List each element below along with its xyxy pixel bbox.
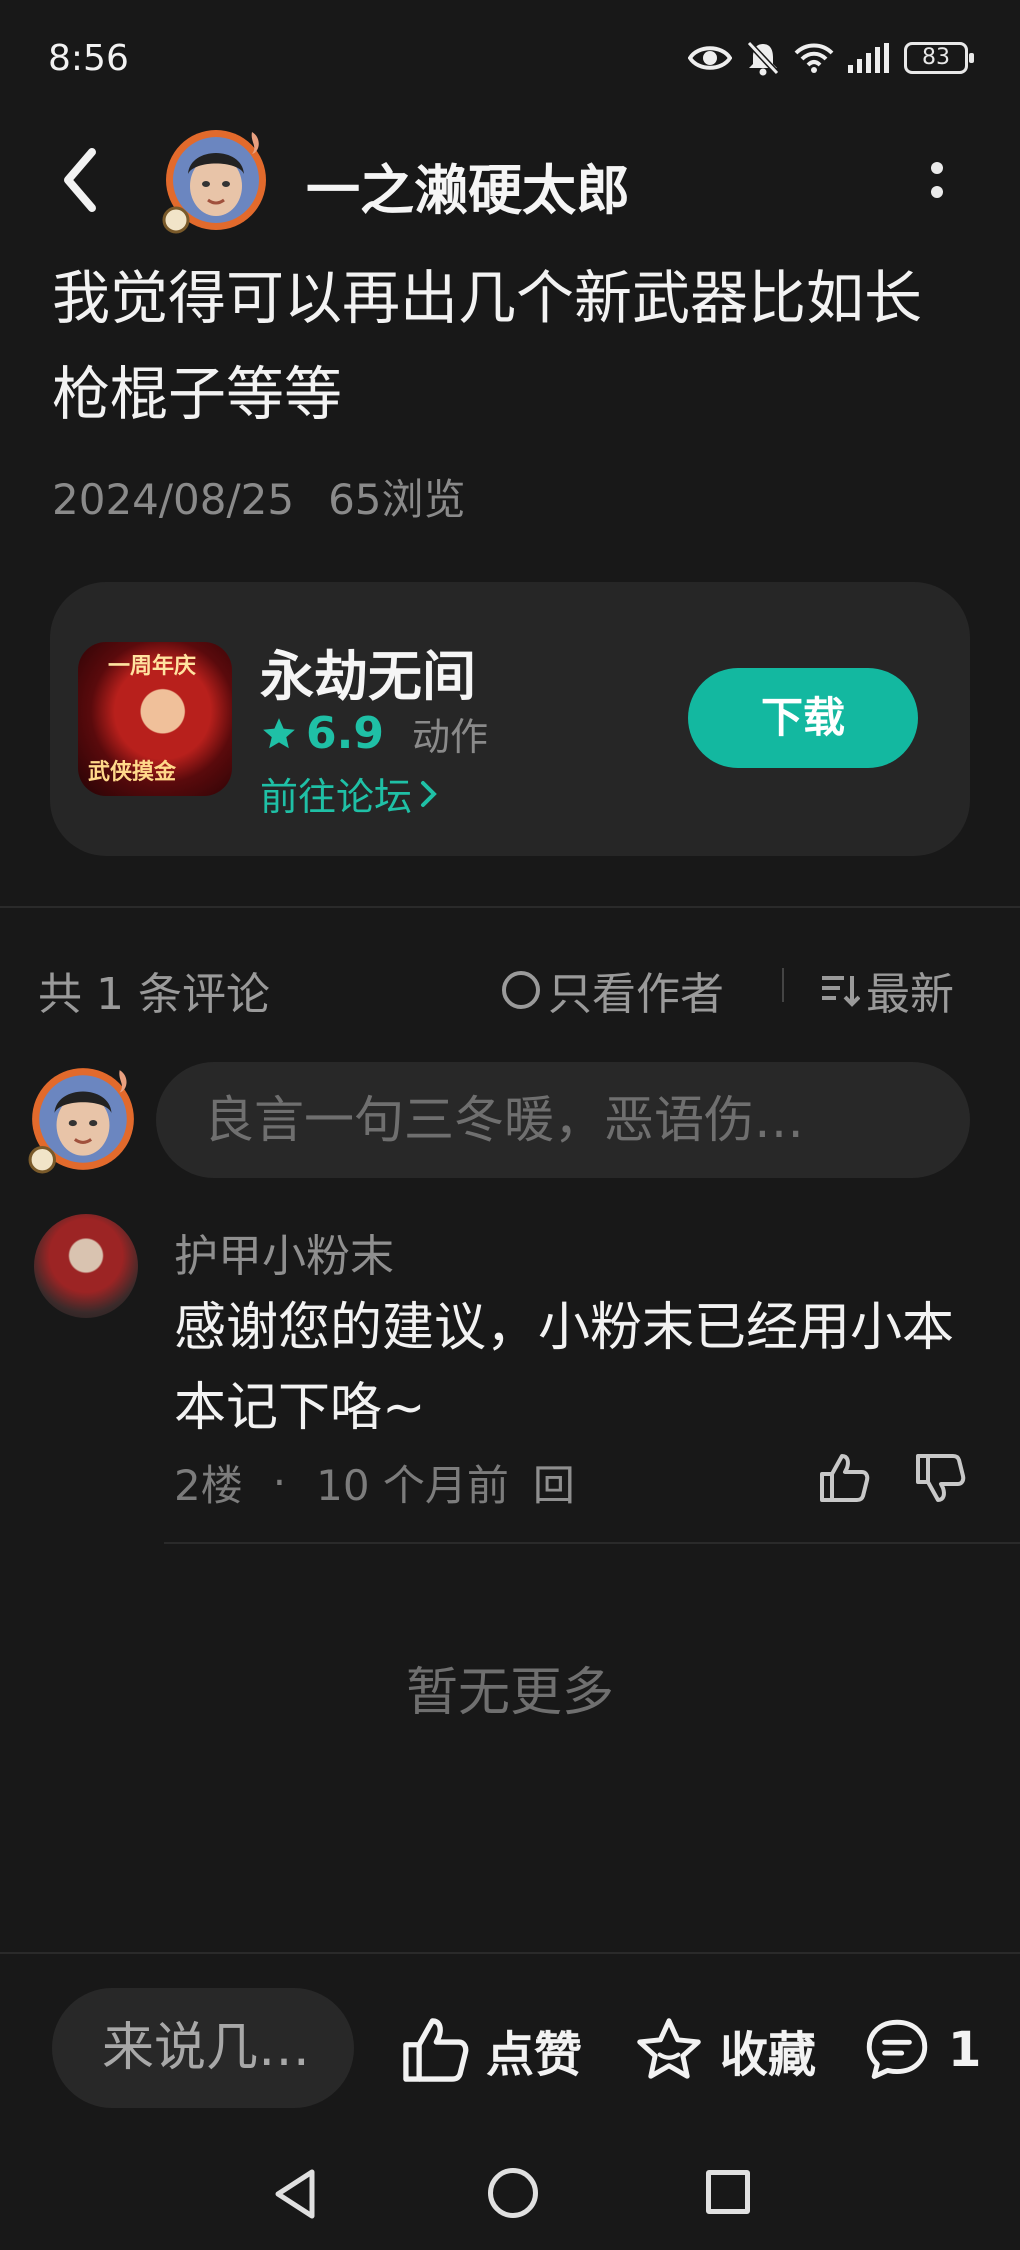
nav-home-icon[interactable] <box>488 2168 538 2218</box>
commenter-name[interactable]: 护甲小粉末 <box>174 1220 394 1284</box>
game-icon-text-top: 一周年庆 <box>108 653 197 679</box>
nav-back-icon[interactable] <box>270 2166 320 2222</box>
thumb-up-icon <box>403 2018 469 2082</box>
thumb-up-icon[interactable] <box>816 1450 872 1506</box>
like-label: 点赞 <box>486 2027 583 2083</box>
author-avatar[interactable] <box>160 124 272 236</box>
post-views: 65浏览 <box>328 475 466 524</box>
divider <box>0 906 1020 908</box>
comment-bubble-icon <box>866 2019 928 2079</box>
more-vertical-icon[interactable] <box>920 150 954 210</box>
star-outline-icon <box>637 2018 701 2079</box>
divider <box>164 1542 1020 1544</box>
post-meta: 2024/08/25 65浏览 <box>52 466 466 527</box>
bottom-comment-input[interactable]: 来说几… <box>52 1988 354 2108</box>
game-genre: 动作 <box>411 715 488 759</box>
divider <box>0 1952 1020 1954</box>
post-date: 2024/08/25 <box>52 475 295 524</box>
favorite-button[interactable]: 收藏 <box>632 2010 816 2090</box>
forum-link-label: 前往论坛 <box>260 775 413 819</box>
game-rating-row: 6.9 动作 <box>260 706 488 761</box>
radio-icon <box>502 971 540 1009</box>
comment-count-badge: 1 <box>948 2022 982 2078</box>
my-avatar <box>28 1068 134 1174</box>
signal-icon <box>848 43 889 73</box>
sort-button[interactable]: 最新 <box>820 958 954 1022</box>
author-name[interactable]: 一之濑硬太郎 <box>306 146 630 225</box>
nav-recents-icon[interactable] <box>706 2170 750 2214</box>
like-button[interactable]: 点赞 <box>398 2010 582 2090</box>
eye-icon <box>688 46 732 70</box>
comment-input[interactable] <box>156 1062 970 1178</box>
sort-label: 最新 <box>866 969 954 1020</box>
reply-button[interactable]: 回 <box>533 1452 575 1513</box>
thumb-down-icon[interactable] <box>912 1450 968 1506</box>
comment-meta: 2楼 · 10 个月前 回 <box>174 1452 575 1513</box>
no-more-label: 暂无更多 <box>405 1663 614 1723</box>
separator <box>782 968 784 1002</box>
chevron-right-icon <box>421 780 437 807</box>
back-arrow-icon[interactable] <box>50 140 110 220</box>
mute-bell-icon <box>746 40 780 76</box>
game-icon-text-bottom: 武侠摸金 <box>88 759 177 785</box>
comment-floor: 2楼 <box>174 1461 243 1510</box>
game-rating: 6.9 <box>306 708 384 759</box>
comment-time: 10 个月前 <box>316 1461 509 1510</box>
game-title: 永劫无间 <box>260 645 476 708</box>
status-time: 8:56 <box>48 38 129 79</box>
comment-text: 感谢您的建议，小粉末已经用小本本记下咯~ <box>174 1298 955 1438</box>
favorite-label: 收藏 <box>720 2027 817 2083</box>
dot-separator: · <box>272 1458 287 1507</box>
wifi-icon <box>794 43 834 73</box>
star-icon <box>263 717 295 748</box>
comment-count: 共 1 条评论 <box>38 969 270 1020</box>
commenter-avatar[interactable] <box>34 1214 138 1318</box>
sort-icon <box>822 976 860 1007</box>
comment-button[interactable]: 1 <box>860 2010 981 2090</box>
forum-link[interactable]: 前往论坛 <box>260 766 440 821</box>
game-card[interactable]: 一周年庆 武侠摸金 永劫无间 6.9 动作 前往论坛 下载 <box>50 582 970 856</box>
battery-icon: 83 <box>904 42 974 74</box>
game-icon[interactable]: 一周年庆 武侠摸金 <box>78 642 232 796</box>
author-only-label: 只看作者 <box>548 969 724 1020</box>
status-icons: 83 <box>688 36 974 80</box>
author-only-toggle[interactable]: 只看作者 <box>502 958 724 1022</box>
status-bar: 8:56 83 <box>0 0 1020 110</box>
post-body: 我觉得可以再出几个新武器比如长枪棍子等等 <box>52 264 923 428</box>
download-button[interactable]: 下载 <box>688 668 918 768</box>
